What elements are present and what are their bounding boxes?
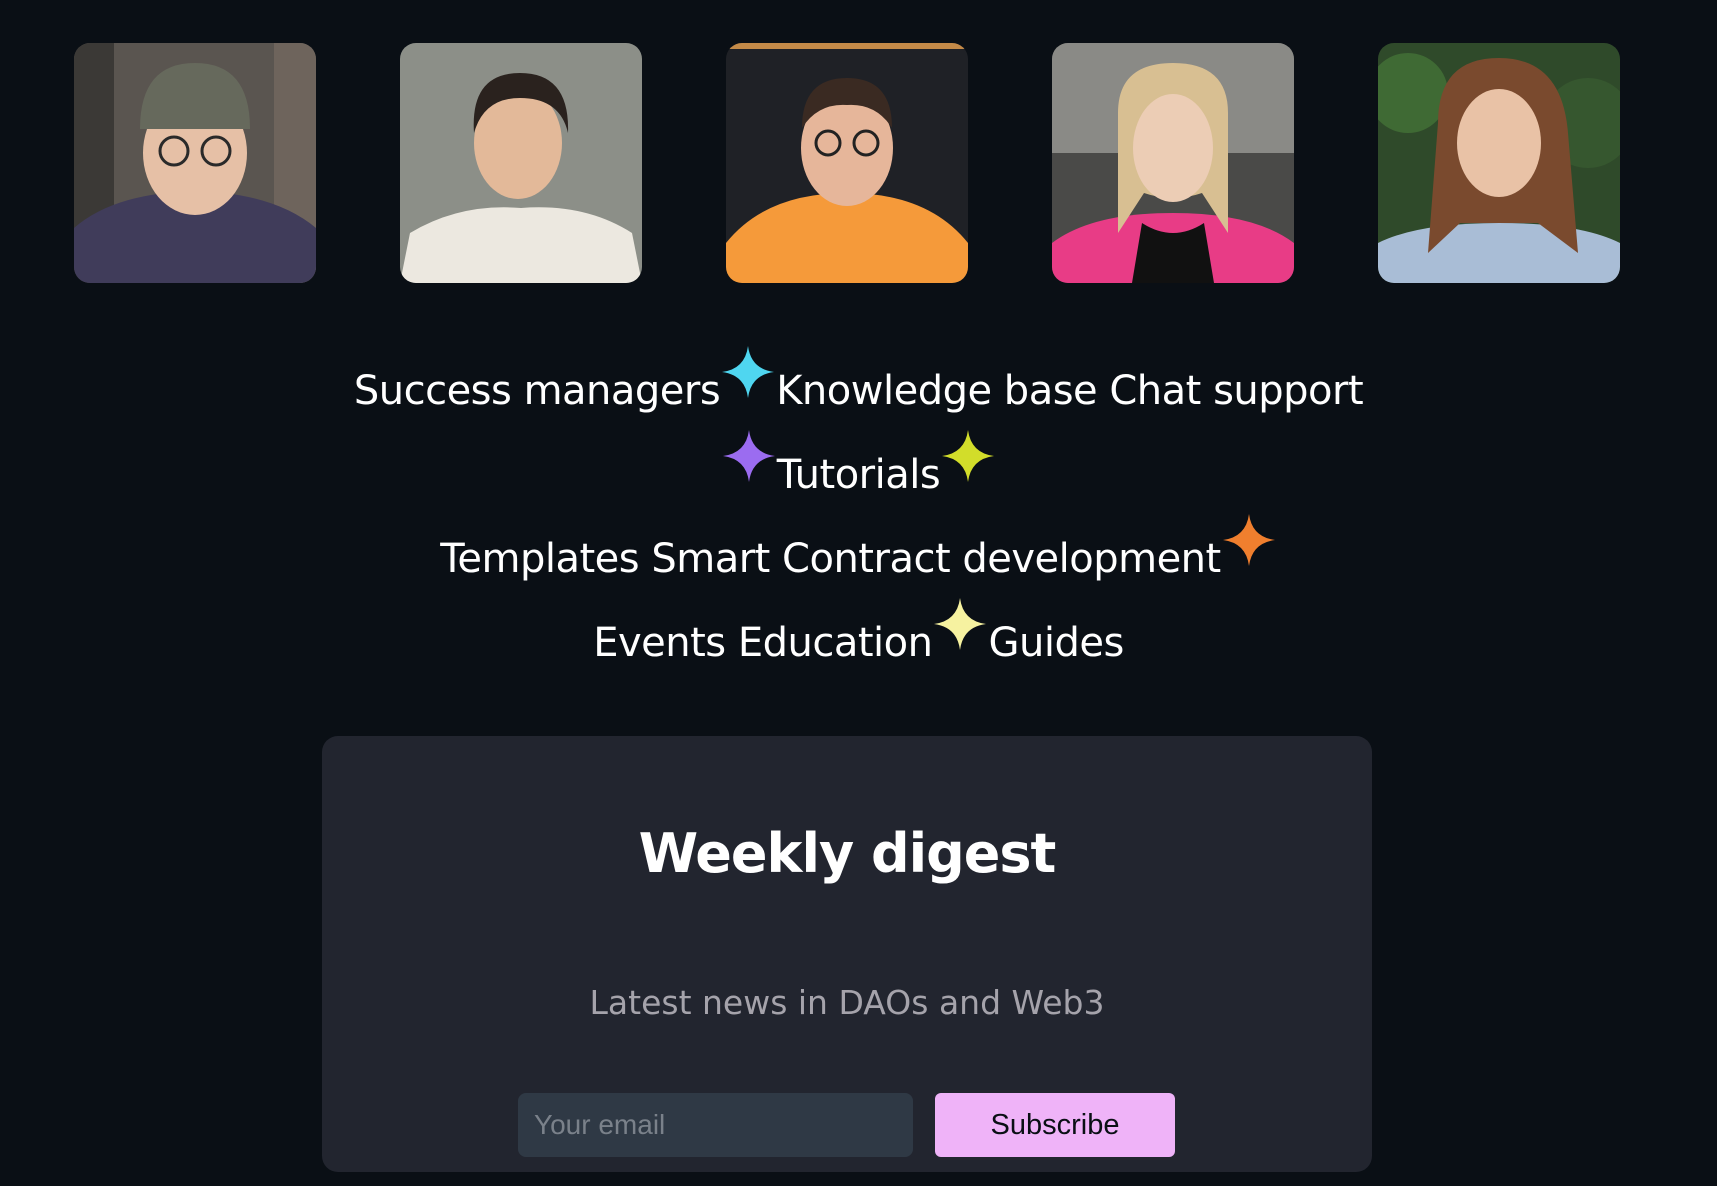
weekly-digest-card: Weekly digest Latest news in DAOs and We…: [322, 736, 1372, 1172]
features-cloud: Success managers Knowledge base Chat supp…: [0, 346, 1717, 684]
avatar: [1052, 43, 1294, 283]
sparkle-yellow-icon: [934, 598, 987, 650]
email-input[interactable]: [518, 1093, 913, 1157]
person-white-shirt-icon: [400, 43, 642, 283]
avatar: [400, 43, 642, 283]
page: Success managers Knowledge base Chat supp…: [0, 0, 1717, 1186]
person-floral-top-icon: [1378, 43, 1620, 283]
sparkle-orange-icon: [1222, 514, 1275, 566]
subscribe-button[interactable]: Subscribe: [935, 1093, 1175, 1157]
feature-smart-contract: Smart Contract development: [651, 536, 1221, 582]
feature-templates: Templates: [440, 536, 640, 582]
feature-tutorials: Tutorials: [776, 452, 941, 498]
person-orange-hoodie-icon: [726, 43, 968, 283]
team-avatars: [0, 43, 1717, 283]
sparkle-purple-icon: [722, 430, 775, 482]
feature-guides: Guides: [988, 620, 1124, 666]
feature-success-managers: Success managers: [353, 368, 721, 414]
feature-knowledge-base: Knowledge base: [776, 368, 1098, 414]
person-pink-jacket-icon: [1052, 43, 1294, 283]
feature-events: Events: [593, 620, 726, 666]
sparkle-lime-icon: [942, 430, 995, 482]
features-line-1: Success managers Knowledge base Chat supp…: [0, 346, 1717, 432]
feature-education: Education: [737, 620, 933, 666]
sparkle-cyan-icon: [722, 346, 775, 398]
avatar: [74, 43, 316, 283]
digest-subtitle: Latest news in DAOs and Web3: [589, 983, 1105, 1022]
digest-title: Weekly digest: [638, 822, 1057, 885]
features-line-3: Templates Smart Contract development: [0, 514, 1717, 600]
feature-chat-support: Chat support: [1109, 368, 1364, 414]
person-beanie-glasses-icon: [74, 43, 316, 283]
features-line-4: Events Education Guides: [0, 598, 1717, 684]
avatar: [1378, 43, 1620, 283]
features-line-2: Tutorials: [0, 430, 1717, 516]
avatar: [726, 43, 968, 283]
